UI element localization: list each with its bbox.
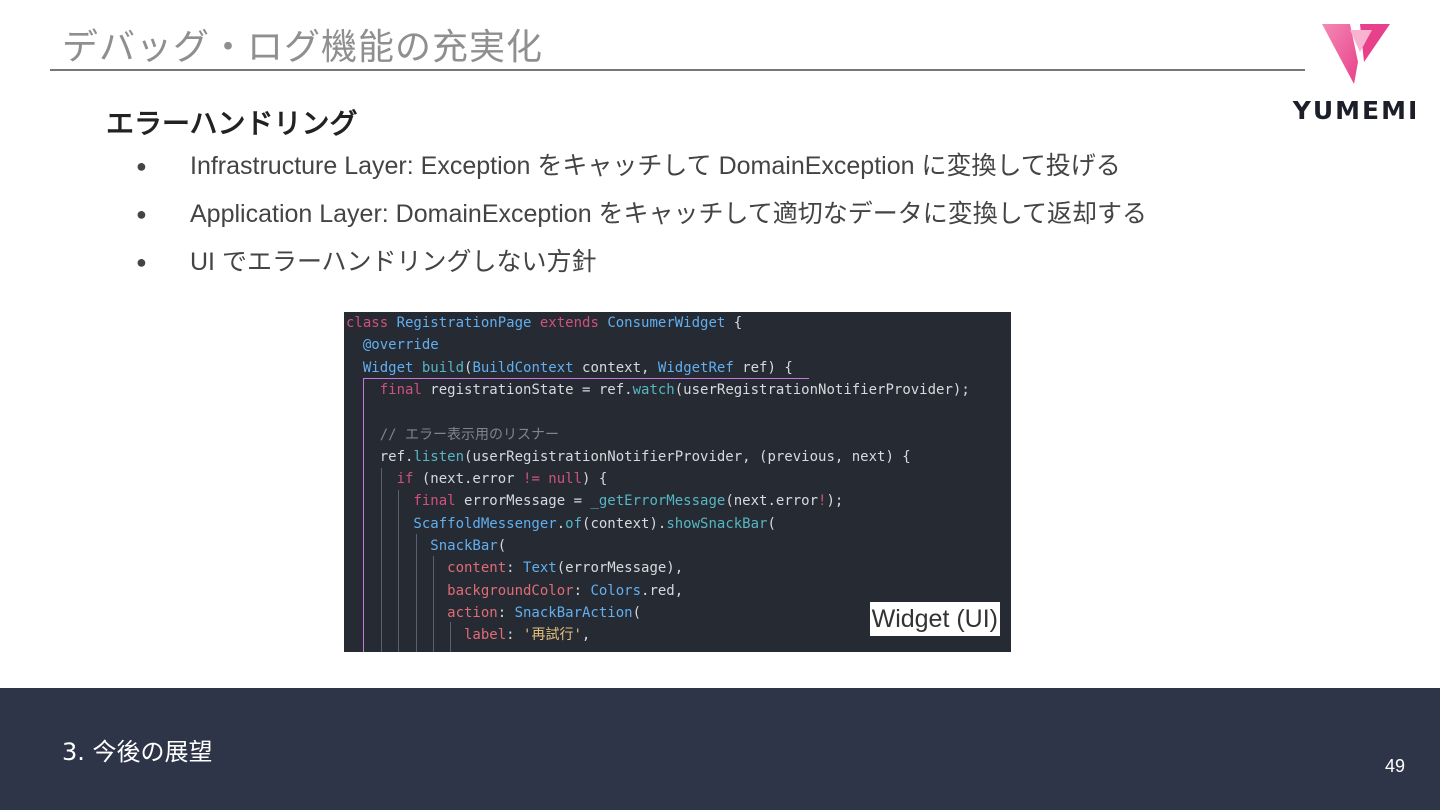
code-token: ( — [497, 538, 507, 554]
code-token: (errorMessage), — [556, 560, 684, 577]
yumemi-logo-mark-icon — [1322, 24, 1390, 84]
code-line: SnackBar( — [346, 535, 506, 557]
bullet-marker: ● — [136, 252, 147, 272]
code-token: RegistrationPage — [396, 315, 540, 331]
code-line: final errorMessage = _getErrorMessage(ne… — [346, 490, 843, 512]
code-token: registrationState = ref. — [430, 381, 633, 398]
code-token: backgroundColor — [346, 582, 574, 599]
code-token: : — [497, 604, 515, 621]
yumemi-logo: YUMEMI — [1292, 22, 1420, 125]
code-token: final — [346, 493, 465, 510]
code-line: @override — [346, 334, 439, 356]
code-token: class — [346, 315, 397, 331]
code-token: (next.error — [725, 493, 819, 510]
code-token: ConsumerWidget — [607, 315, 726, 331]
code-line: Widget build(BuildContext context, Widge… — [346, 357, 793, 379]
code-line: if (next.error != null) { — [346, 468, 608, 490]
section-heading: エラーハンドリング — [106, 107, 358, 140]
code-token: build — [421, 359, 465, 376]
code-token: ref) { — [733, 359, 793, 376]
code-token: Colors — [590, 582, 642, 599]
code-token: Text — [523, 560, 557, 577]
code-line: ScaffoldMessenger.of(context).showSnackB… — [346, 513, 776, 535]
code-token: // エラー表示用のリスナー — [346, 426, 560, 443]
bullet-text: Application Layer: DomainException をキャッチ… — [190, 200, 1148, 228]
code-token: SnackBarAction — [514, 604, 633, 621]
code-line: content: Text(errorMessage), — [346, 557, 683, 579]
code-token: showSnackBar — [666, 515, 768, 532]
code-token: label — [346, 627, 507, 644]
code-token: context, — [573, 359, 658, 376]
title-divider — [50, 69, 1305, 71]
code-line: label: '再試行', — [346, 624, 590, 646]
code-token: final — [346, 381, 431, 398]
logo-text: YUMEMI — [1292, 96, 1420, 125]
widget-ui-badge: Widget (UI) — [869, 602, 1000, 636]
section-footer: 3. 今後の展望 — [62, 738, 213, 766]
code-token: .red, — [641, 582, 684, 599]
code-token: ); — [826, 493, 844, 510]
code-token: listen — [413, 448, 465, 465]
code-token: SnackBar — [346, 538, 498, 554]
code-token: WidgetRef — [657, 359, 734, 376]
code-token: BuildContext — [472, 359, 574, 376]
code-screenshot: class RegistrationPage extends ConsumerW… — [344, 312, 1011, 652]
code-token: : — [506, 560, 524, 577]
code-token: : — [573, 582, 591, 599]
code-token: of — [565, 515, 583, 532]
code-line: backgroundColor: Colors.red, — [346, 580, 683, 602]
footer-bar: 3. 今後の展望 49 — [0, 688, 1440, 810]
code-token: (context). — [582, 515, 667, 532]
code-token: ( — [767, 515, 776, 532]
code-token: @override — [346, 337, 439, 354]
code-token: watch — [632, 381, 675, 398]
code-line: final registrationState = ref.watch(user… — [346, 379, 970, 401]
code-token: if — [346, 471, 422, 488]
page-number: 49 — [1385, 756, 1406, 776]
slide-title: デバッグ・ログ機能の充実化 — [62, 27, 544, 68]
code-token: . — [556, 515, 566, 532]
code-token: '再試行' — [523, 627, 582, 644]
code-token: extends — [539, 315, 608, 331]
code-token: _getErrorMessage — [590, 493, 726, 510]
code-token: ( — [632, 604, 642, 621]
bullet-marker: ● — [136, 204, 147, 224]
code-token: action — [346, 604, 498, 621]
bullet-marker: ● — [136, 156, 147, 176]
code-token: ref. — [346, 448, 414, 465]
code-token: , — [581, 627, 591, 644]
code-token: != null — [523, 471, 583, 488]
code-token: ) { — [582, 471, 608, 488]
bullet-text: Infrastructure Layer: Exception をキャッチして … — [190, 152, 1121, 180]
code-line: action: SnackBarAction( — [346, 602, 641, 624]
code-token: (userRegistrationNotifierProvider); — [674, 381, 970, 398]
code-token: (userRegistrationNotifierProvider, (prev… — [464, 448, 911, 465]
code-line: // エラー表示用のリスナー — [346, 424, 559, 446]
code-line: class RegistrationPage extends ConsumerW… — [346, 312, 742, 334]
bullet-text: UI でエラーハンドリングしない方針 — [190, 248, 597, 276]
code-line: ref.listen(userRegistrationNotifierProvi… — [346, 446, 911, 468]
code-token: content — [346, 560, 507, 577]
code-token: Widget — [346, 359, 422, 376]
code-token: errorMessage = — [464, 493, 591, 510]
code-token: ScaffoldMessenger — [346, 515, 557, 532]
code-token: (next.error — [421, 471, 524, 488]
code-token: { — [725, 315, 743, 331]
code-token: : — [506, 627, 524, 644]
